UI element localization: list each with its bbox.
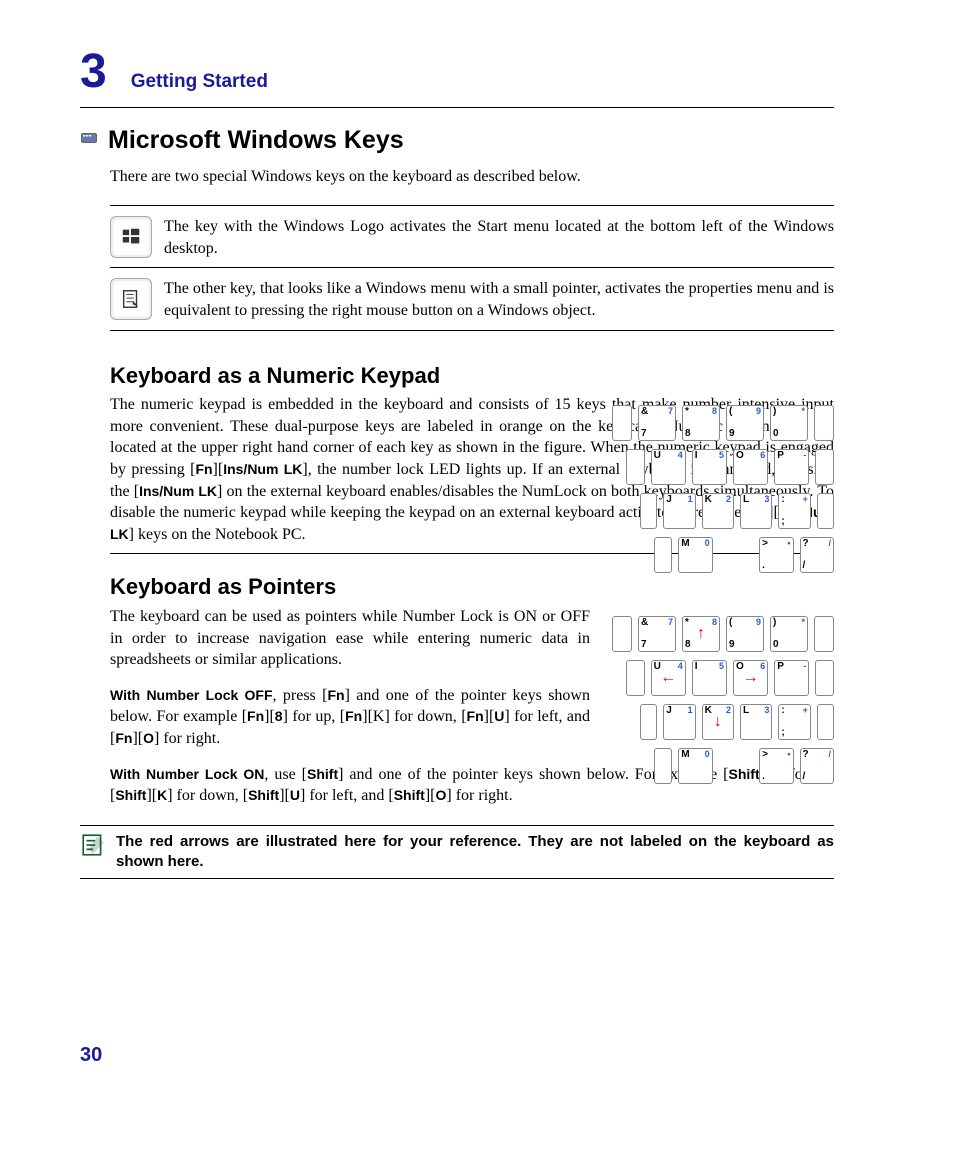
section1-title: Microsoft Windows Keys: [108, 124, 404, 158]
section3-title: Keyboard as Pointers: [110, 572, 834, 602]
page-number: 30: [80, 1042, 102, 1069]
section-pointers: Keyboard as Pointers &77 *88↑ (99 )*0 U4…: [80, 572, 834, 879]
section-numeric-keypad: Keyboard as a Numeric Keypad &77 *88 (99…: [80, 361, 834, 555]
note-icon: [80, 832, 106, 858]
section-windows-keys: Microsoft Windows Keys There are two spe…: [80, 114, 834, 331]
note-box: The red arrows are illustrated here for …: [80, 825, 834, 880]
keyboard-icon: [80, 129, 98, 147]
section1-intro: There are two special Windows keys on th…: [110, 166, 834, 188]
windows-logo-key-icon: [110, 216, 152, 258]
arrow-right-icon: →: [743, 668, 759, 690]
divider: [110, 205, 834, 206]
keypad-figure-2: &77 *88↑ (99 )*0 U4← I5 O6→ P- J1 K2↓ L3…: [604, 616, 834, 792]
chapter-header: 3 Getting Started: [80, 40, 834, 108]
menu-key-row: The other key, that looks like a Windows…: [110, 278, 834, 321]
section3-p2: With Number Lock OFF, press [Fn] and one…: [110, 685, 590, 750]
menu-key-text: The other key, that looks like a Windows…: [164, 278, 834, 321]
arrow-up-icon: ↑: [697, 624, 705, 646]
menu-key-icon: [110, 278, 152, 320]
section3-p1: The keyboard can be used as pointers whi…: [110, 606, 590, 671]
arrow-down-icon: ↓: [714, 712, 722, 734]
note-text: The red arrows are illustrated here for …: [116, 832, 834, 873]
section2-title: Keyboard as a Numeric Keypad: [110, 361, 834, 391]
arrow-left-icon: ←: [660, 668, 676, 690]
windows-logo-key-text: The key with the Windows Logo activates …: [164, 216, 834, 259]
divider: [110, 330, 834, 331]
keypad-figure-1: &77 *88 (99 )*0 U4 I5 O6 P- J1 K2 L3 :+;: [604, 405, 834, 581]
chapter-number: 3: [80, 40, 107, 105]
chapter-name: Getting Started: [131, 69, 268, 95]
divider: [110, 267, 834, 268]
windows-logo-key-row: The key with the Windows Logo activates …: [110, 216, 834, 259]
